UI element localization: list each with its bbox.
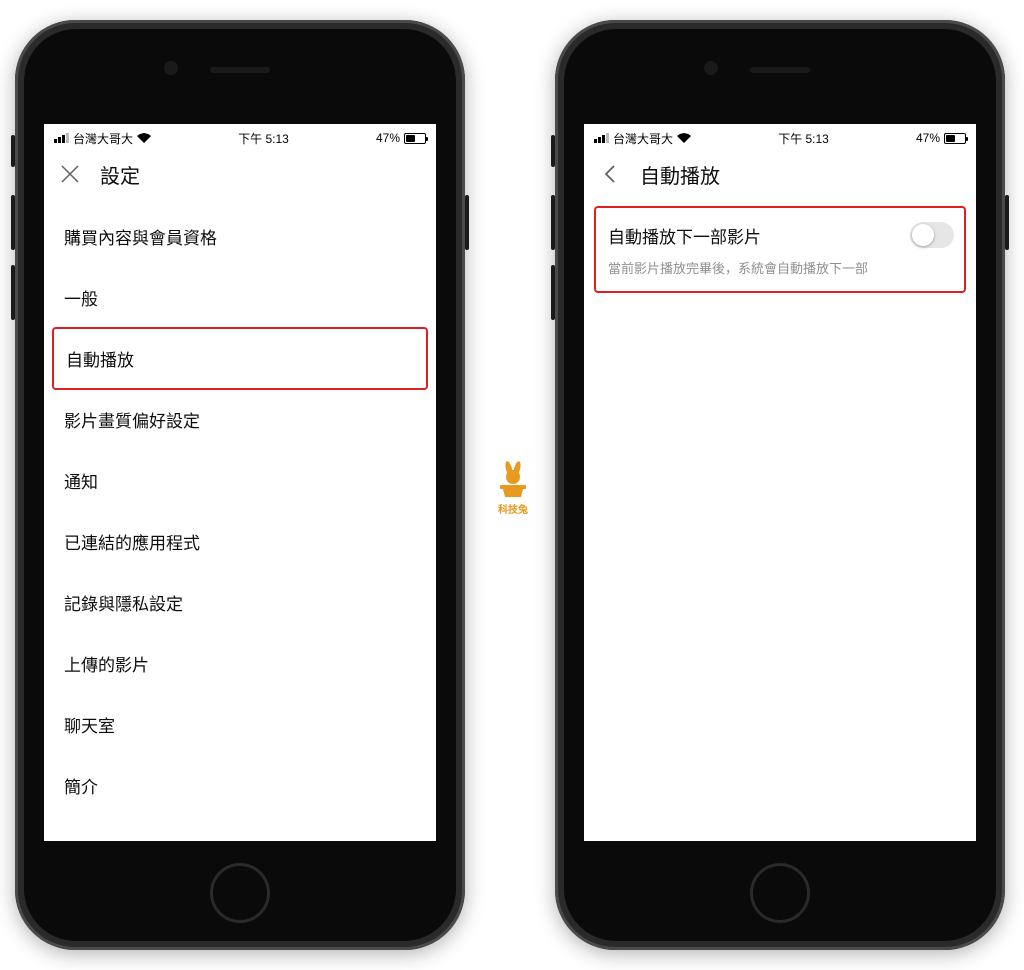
autoplay-section: 自動播放下一部影片 當前影片播放完畢後，系統會自動播放下一部	[584, 198, 976, 301]
silence-switch	[11, 135, 15, 167]
screen-settings: 台灣大哥大 下午 5:13 47% 設定 購買內容與會員資格 一般 自動播放	[44, 124, 436, 841]
phone-frame-left: 台灣大哥大 下午 5:13 47% 設定 購買內容與會員資格 一般 自動播放	[15, 20, 465, 950]
phone-frame-right: 台灣大哥大 下午 5:13 47% 自動播放 自動播放下一部影片	[555, 20, 1005, 950]
watermark-label: 科技兔	[498, 501, 528, 516]
clock: 下午 5:13	[238, 130, 289, 147]
clock: 下午 5:13	[778, 130, 829, 147]
menu-item-purchases[interactable]: 購買內容與會員資格	[44, 206, 436, 267]
rabbit-hat-icon	[496, 459, 530, 499]
volume-up-button	[11, 195, 15, 250]
menu-item-autoplay[interactable]: 自動播放	[52, 327, 428, 390]
menu-item-connected-apps[interactable]: 已連結的應用程式	[44, 511, 436, 572]
status-bar: 台灣大哥大 下午 5:13 47%	[584, 126, 976, 150]
menu-item-uploads[interactable]: 上傳的影片	[44, 633, 436, 694]
page-title: 設定	[100, 160, 140, 189]
phone-camera	[704, 61, 718, 75]
phone-camera	[164, 61, 178, 75]
status-bar: 台灣大哥大 下午 5:13 47%	[44, 126, 436, 150]
wifi-icon	[677, 133, 691, 143]
nav-header: 設定	[44, 150, 436, 198]
wifi-icon	[137, 133, 151, 143]
back-icon[interactable]	[600, 164, 620, 184]
close-icon[interactable]	[60, 164, 80, 184]
menu-item-general[interactable]: 一般	[44, 267, 436, 328]
autoplay-option-desc: 當前影片播放完畢後，系統會自動播放下一部	[608, 258, 954, 277]
phone-bezel: 台灣大哥大 下午 5:13 47% 設定 購買內容與會員資格 一般 自動播放	[24, 29, 456, 941]
phone-speaker	[210, 67, 270, 73]
volume-down-button	[551, 265, 555, 320]
home-button[interactable]	[210, 863, 270, 923]
autoplay-next-card: 自動播放下一部影片 當前影片播放完畢後，系統會自動播放下一部	[594, 206, 966, 293]
volume-down-button	[11, 265, 15, 320]
toggle-knob	[912, 224, 934, 246]
phone-speaker	[750, 67, 810, 73]
nav-header: 自動播放	[584, 150, 976, 198]
menu-item-history-privacy[interactable]: 記錄與隱私設定	[44, 572, 436, 633]
settings-menu: 購買內容與會員資格 一般 自動播放 影片畫質偏好設定 通知 已連結的應用程式 記…	[44, 198, 436, 824]
autoplay-toggle[interactable]	[910, 222, 954, 248]
menu-item-chat[interactable]: 聊天室	[44, 694, 436, 755]
power-button	[465, 195, 469, 250]
menu-item-quality[interactable]: 影片畫質偏好設定	[44, 389, 436, 450]
carrier-label: 台灣大哥大	[613, 130, 673, 147]
battery-icon	[404, 133, 426, 144]
volume-up-button	[551, 195, 555, 250]
signal-icon	[594, 133, 609, 143]
menu-item-notifications[interactable]: 通知	[44, 450, 436, 511]
phone-bezel: 台灣大哥大 下午 5:13 47% 自動播放 自動播放下一部影片	[564, 29, 996, 941]
silence-switch	[551, 135, 555, 167]
page-title: 自動播放	[640, 160, 720, 189]
battery-pct: 47%	[916, 131, 940, 145]
signal-icon	[54, 133, 69, 143]
screen-autoplay: 台灣大哥大 下午 5:13 47% 自動播放 自動播放下一部影片	[584, 124, 976, 841]
battery-pct: 47%	[376, 131, 400, 145]
home-button[interactable]	[750, 863, 810, 923]
power-button	[1005, 195, 1009, 250]
autoplay-option-title: 自動播放下一部影片	[608, 223, 761, 248]
carrier-label: 台灣大哥大	[73, 130, 133, 147]
watermark: 科技兔	[495, 459, 531, 516]
menu-item-about[interactable]: 簡介	[44, 755, 436, 816]
battery-icon	[944, 133, 966, 144]
